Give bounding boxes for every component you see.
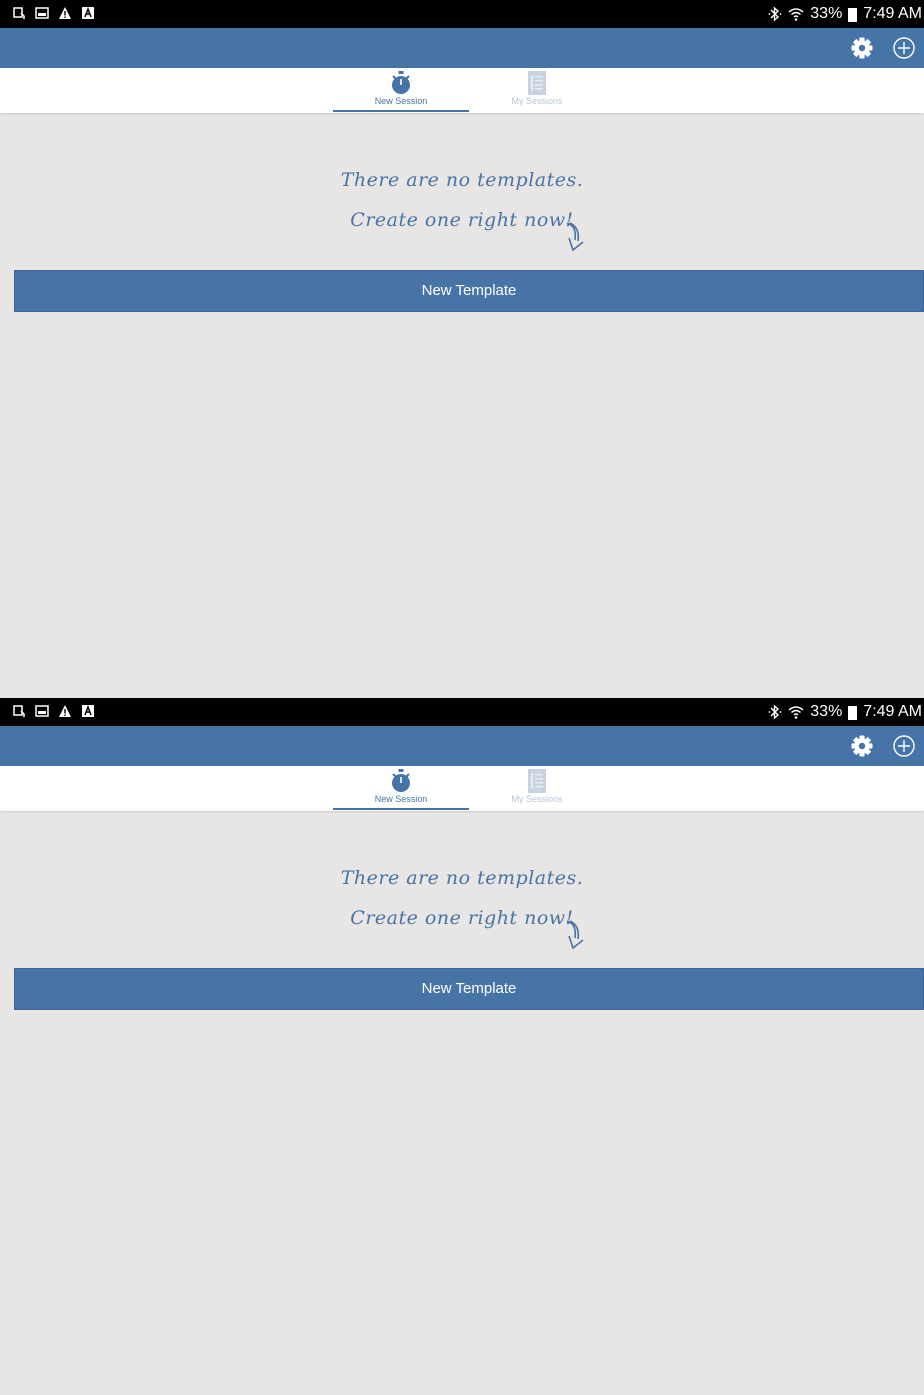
screenshot-bottom: 33% 7:49 AM New Session My Sessions Ther… <box>0 698 924 1395</box>
stopwatch-icon <box>392 71 410 94</box>
image-icon <box>35 7 49 19</box>
app-bar <box>0 726 924 766</box>
gear-icon[interactable] <box>848 732 876 760</box>
download-icon <box>13 705 25 717</box>
tab-my-sessions-label: My Sessions <box>511 794 563 804</box>
empty-state-message: There are no templates. Create one right… <box>0 160 924 240</box>
warning-icon <box>59 7 71 19</box>
new-template-button[interactable]: New Template <box>14 968 924 1010</box>
battery-percent: 33% <box>810 703 843 720</box>
tab-my-sessions-label: My Sessions <box>511 96 563 106</box>
warning-icon <box>59 705 71 717</box>
battery-icon <box>848 706 858 720</box>
tab-bar: New Session My Sessions <box>0 68 924 113</box>
tab-new-session-label: New Session <box>374 96 428 106</box>
font-icon <box>82 704 94 717</box>
clock: 7:49 AM <box>863 703 922 720</box>
tab-selected-indicator <box>333 110 469 112</box>
list-document-icon <box>528 71 546 95</box>
new-template-button[interactable]: New Template <box>14 270 924 312</box>
curved-arrow-down-icon <box>566 222 584 252</box>
tab-new-session[interactable]: New Session <box>333 766 469 811</box>
battery-percent: 33% <box>810 5 843 22</box>
empty-state-line-2: Create one right now! <box>350 907 574 929</box>
wifi-icon <box>788 706 804 719</box>
app-bar <box>0 28 924 68</box>
status-bar: 33% 7:49 AM <box>0 0 924 28</box>
tab-new-session-label: New Session <box>374 794 428 804</box>
font-icon <box>82 6 94 19</box>
add-circle-icon[interactable] <box>890 732 918 760</box>
tab-selected-indicator <box>333 808 469 810</box>
tab-bar: New Session My Sessions <box>0 766 924 811</box>
curved-arrow-down-icon <box>566 920 584 950</box>
image-icon <box>35 705 49 717</box>
empty-state-message: There are no templates. Create one right… <box>0 858 924 938</box>
empty-state-line-1: There are no templates. <box>340 867 584 889</box>
empty-state-line-2: Create one right now! <box>350 209 574 231</box>
gear-icon[interactable] <box>848 34 876 62</box>
clock: 7:49 AM <box>863 5 922 22</box>
bluetooth-icon <box>768 6 782 22</box>
list-document-icon <box>528 769 546 793</box>
bluetooth-icon <box>768 704 782 720</box>
tab-my-sessions[interactable]: My Sessions <box>469 766 605 811</box>
screenshot-top: 33% 7:49 AM New Session My Sessions Ther… <box>0 0 924 698</box>
add-circle-icon[interactable] <box>890 34 918 62</box>
wifi-icon <box>788 8 804 21</box>
battery-icon <box>848 8 858 22</box>
status-bar: 33% 7:49 AM <box>0 698 924 726</box>
download-icon <box>13 7 25 19</box>
empty-state-line-1: There are no templates. <box>340 169 584 191</box>
tab-new-session[interactable]: New Session <box>333 68 469 113</box>
stopwatch-icon <box>392 769 410 792</box>
tab-my-sessions[interactable]: My Sessions <box>469 68 605 113</box>
